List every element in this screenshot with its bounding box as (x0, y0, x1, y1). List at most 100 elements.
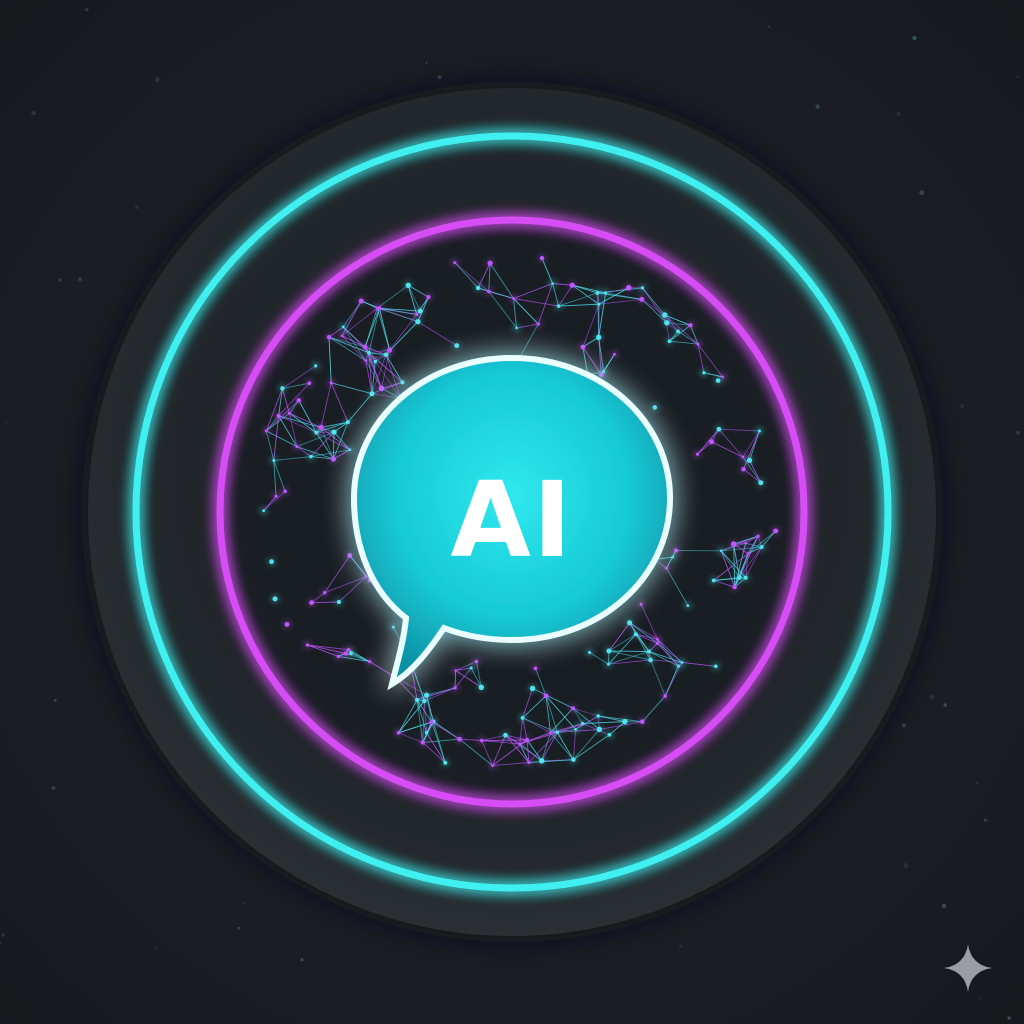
network-node (296, 398, 302, 403)
network-node (676, 664, 680, 668)
network-node (639, 719, 645, 725)
network-node (730, 541, 737, 547)
network-node (391, 625, 395, 629)
network-node (639, 296, 645, 302)
network-node (719, 549, 723, 553)
network-node (597, 302, 601, 306)
network-node (309, 600, 314, 606)
network-node (295, 445, 299, 449)
network-node (665, 566, 668, 570)
network-node (574, 727, 578, 731)
network-node (330, 456, 336, 462)
network-node (571, 757, 576, 762)
network-node (454, 343, 460, 349)
network-node (272, 459, 276, 462)
network-node (269, 559, 274, 565)
background-particle (815, 104, 820, 109)
network-node (622, 718, 628, 725)
network-node (664, 320, 670, 326)
network-node (633, 632, 638, 637)
network-node (414, 697, 420, 703)
network-node (607, 732, 612, 737)
network-node (581, 721, 585, 726)
network-node (680, 661, 684, 664)
network-node (503, 732, 508, 738)
network-node (429, 719, 434, 725)
network-node (525, 738, 530, 742)
network-node (345, 420, 350, 425)
background-particle (896, 111, 901, 116)
network-node (652, 405, 658, 410)
background-particle (135, 205, 139, 209)
background-particle (85, 8, 89, 12)
network-node (364, 575, 368, 578)
network-node (369, 391, 375, 397)
network-node (716, 426, 722, 432)
background-particle (196, 930, 199, 932)
network-node (759, 545, 764, 549)
network-node (274, 494, 278, 498)
network-node (329, 381, 333, 385)
background-particle (51, 786, 56, 790)
network-node (721, 375, 725, 379)
background-particle (237, 926, 241, 930)
network-node (262, 509, 265, 513)
network-node (346, 647, 351, 652)
network-node (543, 693, 549, 699)
network-node (491, 764, 494, 767)
network-node (587, 650, 592, 655)
network-node (515, 326, 518, 330)
network-node (309, 454, 313, 459)
background-particle (5, 422, 8, 425)
network-node (607, 662, 610, 666)
network-node (639, 602, 643, 606)
network-node (741, 455, 745, 459)
background-particle (967, 492, 970, 495)
network-node (695, 452, 700, 456)
network-node (307, 381, 312, 386)
network-node (326, 335, 332, 340)
network-node (264, 429, 268, 433)
network-node (364, 359, 368, 363)
network-node (595, 291, 600, 295)
background-particle (678, 944, 682, 949)
network-link (332, 432, 335, 460)
network-node (556, 304, 561, 308)
network-node (640, 286, 645, 290)
network-node (373, 359, 378, 364)
network-node (596, 726, 603, 733)
network-node (663, 694, 667, 698)
network-node (527, 761, 531, 764)
network-node (673, 548, 679, 553)
background-particle (901, 723, 906, 728)
network-node (647, 649, 651, 654)
network-node (367, 659, 372, 664)
background-particle (9, 253, 12, 256)
network-link (608, 650, 650, 652)
network-node (746, 552, 750, 556)
network-node (539, 256, 545, 261)
network-node (422, 698, 427, 704)
network-node (283, 489, 287, 494)
background-particle (154, 77, 160, 83)
network-node (417, 308, 423, 314)
network-node (549, 731, 552, 735)
network-node (655, 641, 660, 645)
network-node (671, 555, 675, 559)
network-node (348, 448, 352, 452)
network-node (715, 378, 721, 383)
network-node (426, 294, 431, 300)
network-node (662, 312, 668, 318)
network-node (648, 657, 653, 663)
network-node (405, 282, 411, 288)
network-node (400, 380, 405, 385)
network-node (415, 318, 421, 325)
canvas: AI (0, 0, 1024, 1024)
network-node (538, 758, 545, 764)
network-node (420, 740, 425, 745)
background-particle (53, 698, 57, 702)
network-node (343, 651, 349, 656)
network-node (744, 541, 747, 545)
network-node (340, 334, 344, 338)
network-node (475, 285, 481, 291)
